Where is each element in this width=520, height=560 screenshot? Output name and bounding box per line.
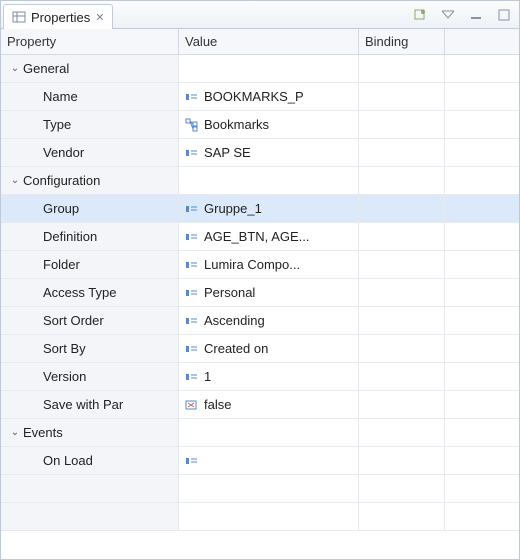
tab-title: Properties <box>31 10 90 25</box>
property-value: Ascending <box>204 313 265 328</box>
property-value: Created on <box>204 341 268 356</box>
value-type-icon <box>185 230 199 244</box>
close-icon[interactable]: ✕ <box>95 11 104 24</box>
property-row[interactable]: On Load <box>1 447 519 475</box>
chevron-down-icon: ⌄ <box>9 63 21 74</box>
column-headers: Property Value Binding <box>1 29 519 55</box>
binding-cell[interactable] <box>359 335 445 362</box>
empty-row <box>1 503 519 531</box>
value-type-icon <box>185 454 199 468</box>
property-value-cell[interactable]: Gruppe_1 <box>179 195 359 222</box>
property-value: SAP SE <box>204 145 251 160</box>
value-type-icon <box>185 314 199 328</box>
property-label: Access Type <box>43 285 116 300</box>
property-label: Definition <box>43 229 97 244</box>
binding-cell[interactable] <box>359 111 445 138</box>
property-row[interactable]: Type Bookmarks <box>1 111 519 139</box>
value-type-icon <box>185 342 199 356</box>
property-value: Lumira Compo... <box>204 257 300 272</box>
category-label: Events <box>23 425 63 440</box>
property-label: Save with Par <box>43 397 123 412</box>
property-row[interactable]: Sort By Created on <box>1 335 519 363</box>
property-value: Personal <box>204 285 255 300</box>
property-value-cell[interactable]: AGE_BTN, AGE... <box>179 223 359 250</box>
property-row[interactable]: Sort Order Ascending <box>1 307 519 335</box>
binding-cell[interactable] <box>359 307 445 334</box>
property-label: Folder <box>43 257 80 272</box>
property-value-cell[interactable] <box>179 447 359 474</box>
header-property[interactable]: Property <box>1 29 179 54</box>
minimize-icon[interactable] <box>467 6 485 24</box>
property-value: Bookmarks <box>204 117 269 132</box>
category-label: General <box>23 61 69 76</box>
empty-row <box>1 475 519 503</box>
value-type-icon <box>185 90 199 104</box>
binding-cell[interactable] <box>359 363 445 390</box>
property-value-cell[interactable]: BOOKMARKS_P <box>179 83 359 110</box>
property-row[interactable]: Access Type Personal <box>1 279 519 307</box>
category-events[interactable]: ⌄Events <box>1 419 519 447</box>
value-type-icon <box>185 146 199 160</box>
binding-cell[interactable] <box>359 83 445 110</box>
value-type-icon <box>185 118 199 132</box>
property-row[interactable]: Save with Par false <box>1 391 519 419</box>
property-row[interactable]: Vendor SAP SE <box>1 139 519 167</box>
tabbar-spacer <box>113 1 411 28</box>
view-menu-icon[interactable] <box>439 6 457 24</box>
property-value-cell[interactable]: Created on <box>179 335 359 362</box>
maximize-icon[interactable] <box>495 6 513 24</box>
property-label: Version <box>43 369 86 384</box>
property-value-cell[interactable]: Ascending <box>179 307 359 334</box>
view-tabbar: Properties ✕ <box>1 1 519 29</box>
property-value: false <box>204 397 231 412</box>
property-value: Gruppe_1 <box>204 201 262 216</box>
property-value: 1 <box>204 369 211 384</box>
property-label: Sort By <box>43 341 86 356</box>
tabbar-tools <box>411 1 519 28</box>
binding-cell[interactable] <box>359 447 445 474</box>
property-value-cell[interactable]: 1 <box>179 363 359 390</box>
value-type-icon <box>185 370 199 384</box>
value-type-icon <box>185 286 199 300</box>
value-type-icon <box>185 258 199 272</box>
binding-cell[interactable] <box>359 279 445 306</box>
category-general[interactable]: ⌄General <box>1 55 519 83</box>
chevron-down-icon: ⌄ <box>9 427 21 438</box>
binding-cell[interactable] <box>359 251 445 278</box>
property-grid: ⌄GeneralNameBOOKMARKS_PTypeBookmarksVend… <box>1 55 519 531</box>
header-rest <box>445 29 519 54</box>
property-row[interactable]: Folder Lumira Compo... <box>1 251 519 279</box>
binding-cell[interactable] <box>359 223 445 250</box>
property-row[interactable]: Definition AGE_BTN, AGE... <box>1 223 519 251</box>
tab-properties[interactable]: Properties ✕ <box>3 4 113 29</box>
property-value-cell[interactable]: Bookmarks <box>179 111 359 138</box>
property-value: BOOKMARKS_P <box>204 89 304 104</box>
property-label: On Load <box>43 453 93 468</box>
chevron-down-icon: ⌄ <box>9 175 21 186</box>
property-label: Vendor <box>43 145 84 160</box>
property-row[interactable]: Name BOOKMARKS_P <box>1 83 519 111</box>
property-row[interactable]: Group Gruppe_1 <box>1 195 519 223</box>
property-value-cell[interactable]: SAP SE <box>179 139 359 166</box>
property-value: AGE_BTN, AGE... <box>204 229 309 244</box>
value-type-icon <box>185 202 199 216</box>
property-label: Type <box>43 117 71 132</box>
binding-cell[interactable] <box>359 139 445 166</box>
category-configuration[interactable]: ⌄Configuration <box>1 167 519 195</box>
properties-icon <box>12 10 26 24</box>
value-type-icon <box>185 398 199 412</box>
property-value-cell[interactable]: Personal <box>179 279 359 306</box>
category-label: Configuration <box>23 173 100 188</box>
header-value[interactable]: Value <box>179 29 359 54</box>
property-row[interactable]: Version 1 <box>1 363 519 391</box>
property-value-cell[interactable]: false <box>179 391 359 418</box>
header-binding[interactable]: Binding <box>359 29 445 54</box>
pin-icon[interactable] <box>411 6 429 24</box>
binding-cell[interactable] <box>359 195 445 222</box>
property-label: Sort Order <box>43 313 104 328</box>
binding-cell[interactable] <box>359 391 445 418</box>
property-value-cell[interactable]: Lumira Compo... <box>179 251 359 278</box>
property-label: Group <box>43 201 79 216</box>
property-label: Name <box>43 89 78 104</box>
